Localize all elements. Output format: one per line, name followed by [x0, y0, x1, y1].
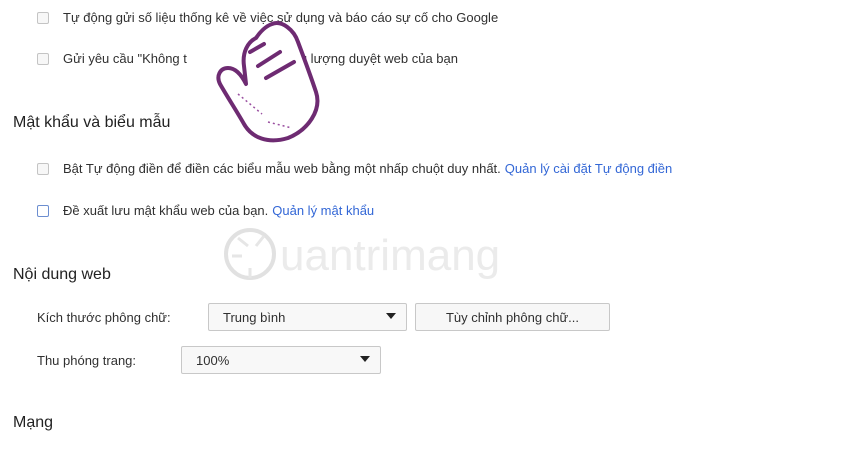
zoom-select[interactable]: 100% — [181, 346, 381, 374]
autofill-label: Bật Tự động điền để điền các biểu mẫu we… — [63, 161, 501, 176]
watermark: uantrimang — [222, 222, 552, 297]
section-title-web-content: Nội dung web — [13, 266, 111, 283]
lightbulb-icon: uantrimang — [224, 228, 500, 280]
manage-passwords-link[interactable]: Quản lý mật khẩu — [272, 203, 374, 218]
pointing-hand-icon — [210, 18, 330, 155]
dropdown-arrow-icon — [360, 356, 370, 362]
section-title-passwords: Mật khẩu và biểu mẫu — [13, 114, 171, 131]
zoom-value: 100% — [196, 352, 230, 368]
checkbox-autofill[interactable] — [37, 162, 49, 175]
section-title-network: Mạng — [13, 414, 54, 431]
save-passwords-label: Đề xuất lưu mật khẩu web của bạn. — [63, 203, 269, 218]
watermark-text: uantrimang — [280, 231, 500, 280]
checkbox-row-save-passwords[interactable]: Đề xuất lưu mật khẩu web của bạn. Quản l… — [37, 203, 374, 218]
do-not-track-label: Gửi yêu cầu "Không t — [63, 51, 187, 66]
dropdown-arrow-icon — [386, 313, 396, 319]
checkbox-do-not-track[interactable] — [37, 52, 49, 65]
checkbox-save-passwords[interactable] — [37, 204, 49, 217]
font-size-label: Kích thước phông chữ: — [37, 310, 171, 325]
font-size-select[interactable]: Trung bình — [208, 303, 407, 331]
manage-autofill-link[interactable]: Quản lý cài đặt Tự động điền — [505, 161, 672, 176]
checkbox-row-autofill[interactable]: Bật Tự động điền để điền các biểu mẫu we… — [37, 161, 672, 176]
customize-fonts-button[interactable]: Tùy chỉnh phông chữ... — [415, 303, 610, 331]
font-size-value: Trung bình — [223, 309, 286, 325]
checkbox-usage-stats[interactable] — [37, 11, 49, 24]
zoom-label: Thu phóng trang: — [37, 353, 137, 368]
